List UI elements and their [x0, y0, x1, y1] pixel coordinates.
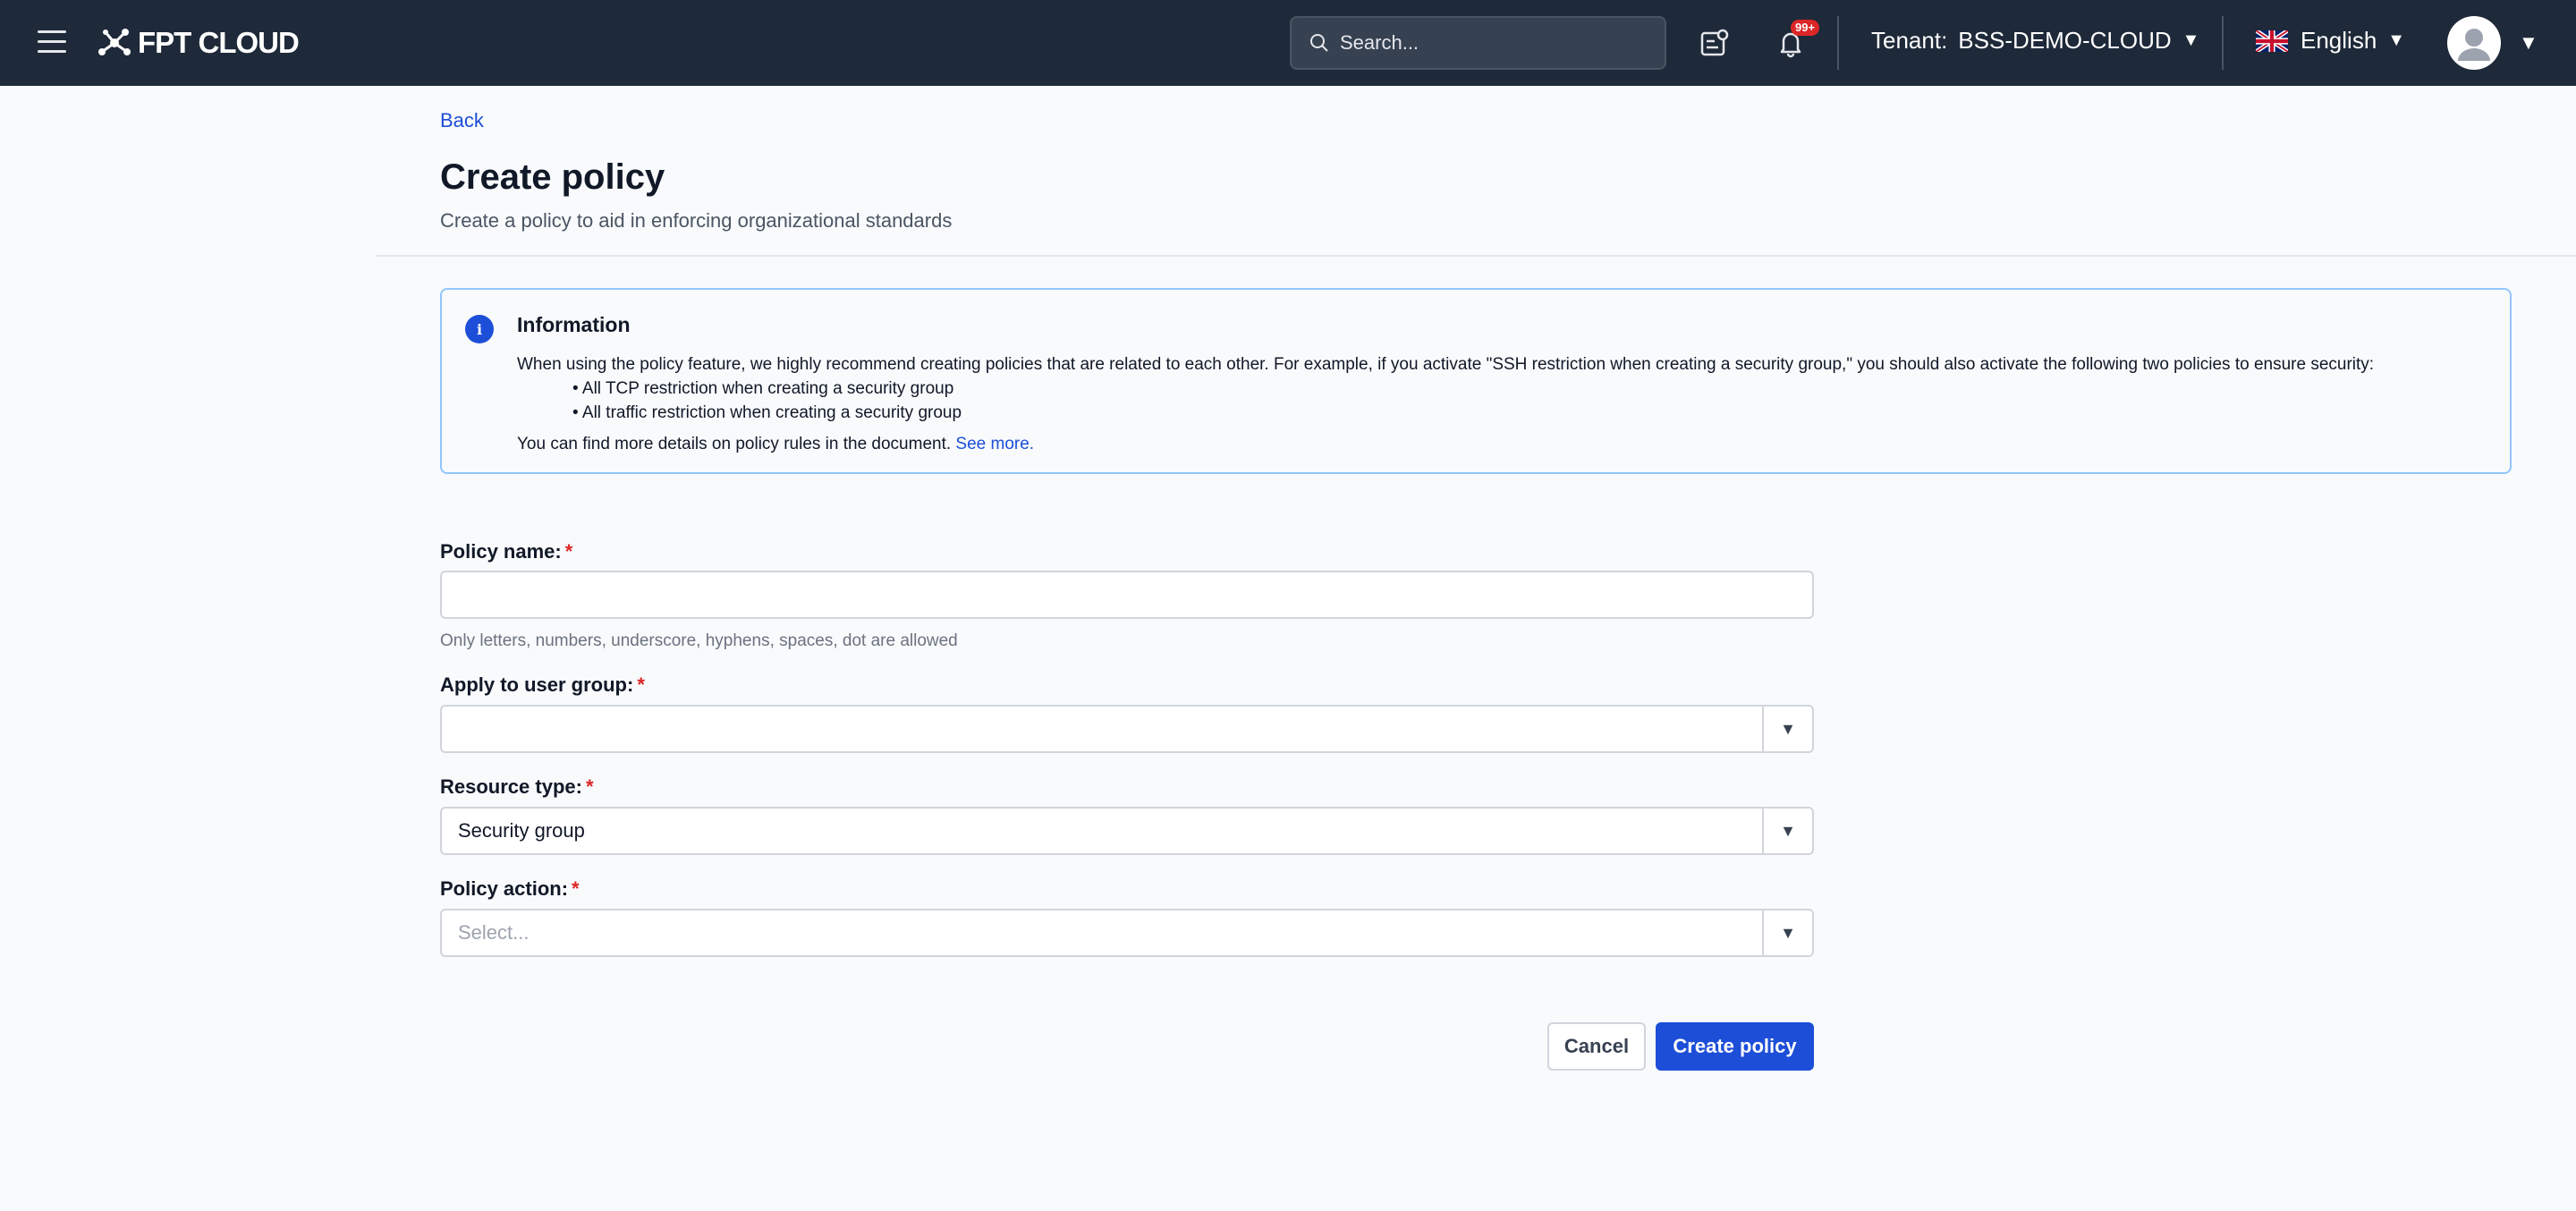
info-list-item: All traffic restriction when creating a …: [572, 401, 2485, 425]
user-group-select[interactable]: ▼: [440, 705, 1814, 753]
language-selector[interactable]: English ▼: [2256, 27, 2405, 55]
chevron-down-icon[interactable]: ▼: [1762, 707, 1812, 751]
info-text: When using the policy feature, we highly…: [517, 355, 2375, 374]
brand-logo[interactable]: FPT CLOUD: [97, 25, 300, 61]
top-navigation-bar: FPT CLOUD 99+ Tenant: BSS-DEMO-CLOUD ▼: [0, 0, 2576, 86]
logo-network-icon: [98, 29, 131, 55]
policy-name-input[interactable]: [442, 572, 1812, 617]
see-more-link[interactable]: See more.: [955, 435, 1034, 453]
resource-type-label: Resource type: *: [440, 775, 594, 798]
chevron-down-icon[interactable]: ▼: [1762, 809, 1812, 853]
create-policy-button[interactable]: Create policy: [1656, 1022, 1814, 1071]
caret-down-icon: ▼: [2387, 30, 2406, 50]
policy-name-hint: Only letters, numbers, underscore, hyphe…: [440, 631, 958, 650]
info-footer-text: You can find more details on policy rule…: [517, 435, 952, 453]
global-search[interactable]: [1290, 16, 1666, 70]
hamburger-menu-icon[interactable]: [38, 30, 66, 54]
tenant-selector[interactable]: Tenant: BSS-DEMO-CLOUD ▼: [1871, 27, 2199, 55]
notification-badge: 99+: [1791, 20, 1820, 36]
header-divider: [376, 255, 2576, 257]
brand-name: FPT CLOUD: [138, 26, 300, 59]
policy-action-select[interactable]: Select... ▼: [440, 909, 1814, 957]
info-list-item: All TCP restriction when creating a secu…: [572, 377, 2485, 401]
info-title: Information: [517, 313, 631, 336]
cancel-button[interactable]: Cancel: [1547, 1022, 1646, 1071]
policy-name-label: Policy name: *: [440, 540, 573, 563]
user-group-label: Apply to user group: *: [440, 673, 645, 696]
search-input[interactable]: [1340, 31, 1644, 55]
topbar-divider: [2222, 16, 2224, 70]
user-icon: [2458, 29, 2490, 61]
policy-action-placeholder: Select...: [458, 921, 530, 944]
tenant-label: Tenant:: [1871, 27, 1948, 54]
language-label: English: [2301, 27, 2377, 54]
page-subtitle: Create a policy to aid in enforcing orga…: [440, 209, 953, 232]
info-footer: You can find more details on policy rule…: [517, 432, 2485, 456]
page-title: Create policy: [440, 157, 665, 197]
resource-type-select[interactable]: Security group ▼: [440, 807, 1814, 855]
search-icon: [1310, 34, 1328, 52]
caret-down-icon: ▼: [2182, 30, 2200, 50]
caret-down-icon: ▼: [2519, 31, 2538, 54]
resource-type-value: Security group: [458, 819, 585, 842]
avatar: [2447, 16, 2501, 70]
chevron-down-icon[interactable]: ▼: [1762, 910, 1812, 955]
policy-action-label: Policy action: *: [440, 877, 580, 900]
info-icon: i: [465, 315, 494, 343]
info-body: When using the policy feature, we highly…: [517, 352, 2485, 456]
topbar-divider: [1837, 16, 1839, 70]
tenant-value: BSS-DEMO-CLOUD: [1958, 27, 2172, 54]
info-list: All TCP restriction when creating a secu…: [572, 377, 2485, 425]
uk-flag-icon: [2256, 30, 2288, 52]
back-link[interactable]: Back: [440, 109, 484, 132]
policy-name-field[interactable]: [440, 571, 1814, 619]
request-icon[interactable]: [1694, 23, 1733, 63]
user-menu[interactable]: ▼: [2447, 16, 2538, 70]
notification-bell-icon[interactable]: 99+: [1771, 20, 1820, 63]
information-panel: i Information When using the policy feat…: [440, 288, 2512, 474]
